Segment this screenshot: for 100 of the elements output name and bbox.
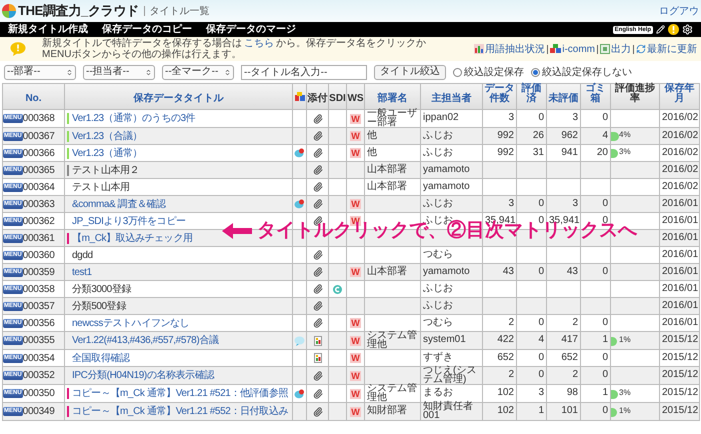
ws-badge[interactable]: W xyxy=(350,267,361,277)
ws-badge[interactable]: W xyxy=(350,131,361,141)
column-header: WS xyxy=(347,94,364,104)
progress-label: 1% xyxy=(619,406,631,414)
nav-item[interactable]: 新規タイトル作成 xyxy=(8,24,88,34)
chevron-icon xyxy=(224,68,231,76)
table-cell: 101 xyxy=(546,402,580,420)
title-link[interactable]: dgdd xyxy=(72,248,93,262)
ws-badge[interactable]: W xyxy=(350,318,361,328)
chevron-icon xyxy=(145,68,152,76)
table-cell: 0 xyxy=(580,402,610,420)
paperclip-icon[interactable] xyxy=(312,284,322,294)
chevron-icon xyxy=(66,68,73,76)
chart-icon xyxy=(474,44,484,54)
record-number: 000359 xyxy=(22,266,55,280)
ws-badge[interactable]: W xyxy=(350,370,361,380)
settings-icon[interactable] xyxy=(682,24,693,35)
toolbar-link[interactable]: 出力 xyxy=(611,42,631,56)
logo-icon xyxy=(2,4,16,18)
progress-label: 4% xyxy=(619,130,631,139)
ws-badge[interactable]: W xyxy=(350,353,361,363)
filter-select[interactable]: --全マーク-- xyxy=(162,64,234,80)
record-number: 000357 xyxy=(22,300,55,314)
ws-badge[interactable]: W xyxy=(350,114,361,124)
document-icon[interactable] xyxy=(314,336,322,346)
document-icon[interactable] xyxy=(314,353,322,363)
pencil-icon[interactable] xyxy=(656,25,665,34)
ws-badge[interactable]: W xyxy=(350,406,361,416)
paperclip-icon[interactable] xyxy=(312,131,322,141)
page-title: タイトル一覧 xyxy=(150,4,210,18)
paperclip-icon[interactable] xyxy=(312,370,322,380)
record-number: 000354 xyxy=(22,352,55,366)
column-header[interactable]: No. xyxy=(25,94,42,104)
paperclip-icon[interactable] xyxy=(312,114,322,124)
progress-label: 1% xyxy=(619,334,631,344)
speech-bubble-icon xyxy=(10,42,26,56)
notice-text: 新規タイトルで特許データを保存する場合は こちら から。保存データ名をクリックかMENUボタンからその他の操作は行えます。 xyxy=(42,38,427,60)
logout-link[interactable]: ログアウ xyxy=(659,4,699,18)
nav-item[interactable]: 保存データのコピー xyxy=(102,24,192,34)
ws-badge[interactable]: W xyxy=(350,336,361,346)
paperclip-icon[interactable] xyxy=(312,165,322,175)
radio-label: 絞込設定保存しない xyxy=(542,66,632,80)
blocks-icon xyxy=(550,44,562,54)
column-header[interactable]: 保存データタイトル xyxy=(134,94,224,104)
table-cell: 1 xyxy=(516,402,546,420)
toolbar-link[interactable]: i-comm xyxy=(562,42,595,56)
column-header: 評価進捗率 xyxy=(614,84,656,104)
table-cell: 102 xyxy=(482,402,516,420)
radio-button[interactable] xyxy=(531,68,540,76)
paperclip-icon[interactable] xyxy=(312,148,322,158)
toolbar-link[interactable]: 最新に更新 xyxy=(647,42,697,56)
ws-badge[interactable]: W xyxy=(350,388,361,398)
comment-icon[interactable] xyxy=(294,388,305,398)
title-filter-button[interactable]: タイトル絞込 xyxy=(374,64,446,80)
record-number: 000364 xyxy=(22,180,55,194)
filter-select[interactable]: --担当者-- xyxy=(83,64,155,80)
record-number: 000368 xyxy=(22,112,55,126)
paperclip-icon[interactable] xyxy=(312,406,322,416)
marks-icon xyxy=(294,92,304,101)
record-number: 000356 xyxy=(22,316,55,330)
progress-label: 3% xyxy=(619,147,631,156)
record-number: 000350 xyxy=(22,387,55,401)
paperclip-icon[interactable] xyxy=(312,301,322,311)
paperclip-icon[interactable] xyxy=(312,199,322,209)
paperclip-icon[interactable] xyxy=(312,250,322,260)
filter-select[interactable]: --部署-- xyxy=(4,64,76,80)
record-number: 000362 xyxy=(22,214,55,228)
export-icon xyxy=(600,44,610,54)
record-number: 000367 xyxy=(22,130,55,144)
record-number: 000366 xyxy=(22,146,55,160)
comment-icon[interactable] xyxy=(294,199,305,209)
paperclip-icon[interactable] xyxy=(312,388,322,398)
column-header: 添付 xyxy=(308,94,328,104)
paperclip-icon[interactable] xyxy=(312,318,322,328)
progress-label: 3% xyxy=(619,388,631,396)
ws-badge[interactable]: W xyxy=(350,199,361,209)
annotation-arrow xyxy=(222,222,252,238)
nav-item[interactable]: 保存データのマージ xyxy=(206,24,296,34)
column-header: SDI xyxy=(329,94,346,104)
title-search-field[interactable]: --タイトル名入力-- xyxy=(241,64,367,80)
app-logo-text: THE調査力_クラウド xyxy=(18,2,139,20)
record-number: 000358 xyxy=(22,282,55,296)
radio-button[interactable] xyxy=(453,68,462,76)
record-number: 000363 xyxy=(22,198,55,212)
paperclip-icon[interactable] xyxy=(312,267,322,277)
comment-icon[interactable] xyxy=(294,148,305,158)
toolbar-link[interactable]: 用語抽出状況 xyxy=(485,42,546,56)
record-number: 000349 xyxy=(22,405,55,419)
table-cell: 知財責任者001 xyxy=(420,402,482,420)
here-link[interactable]: こちら xyxy=(244,38,274,49)
record-number: 000361 xyxy=(22,232,55,246)
paperclip-icon[interactable] xyxy=(312,182,322,192)
radio-label: 絞込設定保存 xyxy=(464,66,524,80)
ws-badge[interactable]: W xyxy=(350,148,361,158)
record-number: 000355 xyxy=(22,334,55,348)
table-cell: 2015/12 xyxy=(660,402,700,420)
record-number: 000360 xyxy=(22,248,55,262)
record-number: 000365 xyxy=(22,164,55,178)
info-icon[interactable] xyxy=(668,24,679,35)
title-link[interactable]: test1 xyxy=(72,264,92,280)
